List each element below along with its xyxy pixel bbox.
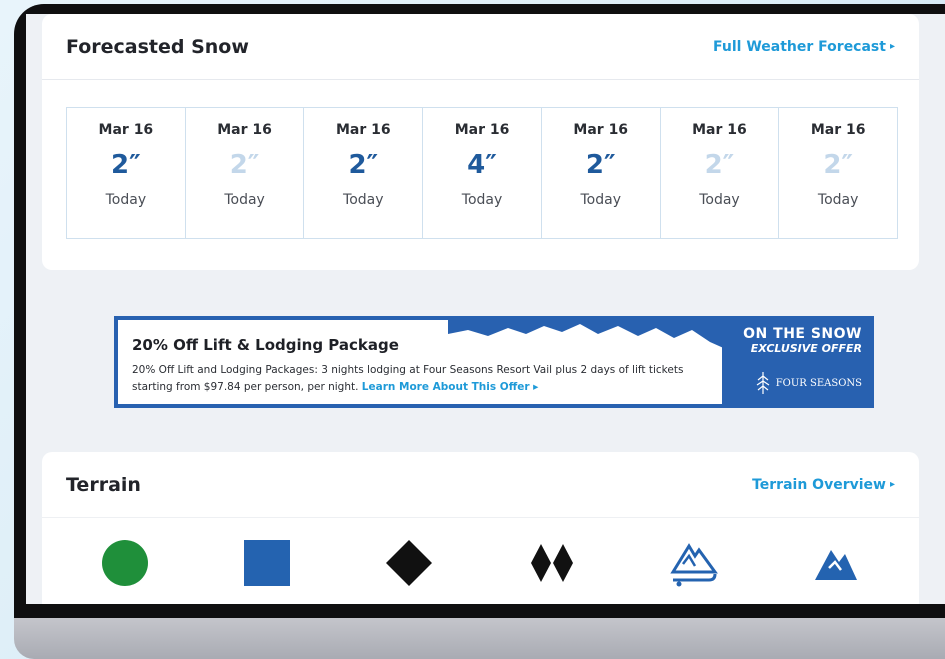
forecast-amount: 4″ [467, 150, 497, 180]
terrain-card: Terrain Terrain Overview ▸ [42, 452, 919, 604]
black-diamond-icon[interactable] [379, 533, 439, 593]
full-weather-forecast-link[interactable]: Full Weather Forecast ▸ [713, 39, 895, 55]
forecast-day[interactable]: Mar 16 2″ Today [542, 108, 661, 238]
forecast-amount: 2″ [229, 150, 260, 180]
forecast-strip: Mar 16 2″ Today Mar 16 2″ Today Mar 16 2… [66, 107, 898, 239]
forecast-day[interactable]: Mar 16 2″ Today [67, 108, 186, 238]
forecast-label: Today [343, 192, 384, 208]
screen: Forecasted Snow Full Weather Forecast ▸ … [26, 14, 945, 604]
blue-square-icon[interactable] [237, 533, 297, 593]
promo-title: 20% Off Lift & Lodging Package [132, 336, 399, 354]
forecast-day[interactable]: Mar 16 2″ Today [304, 108, 424, 238]
promo-banner[interactable]: 20% Off Lift & Lodging Package 20% Off L… [114, 316, 874, 408]
chevron-right-icon: ▸ [533, 381, 539, 393]
learn-more-link[interactable]: Learn More About This Offer ▸ [362, 381, 539, 393]
forecast-day[interactable]: Mar 16 2″ Today [186, 108, 305, 238]
forecast-date: Mar 16 [98, 122, 154, 138]
forecast-label: Today [105, 192, 147, 208]
tree-icon [756, 372, 770, 394]
forecast-day[interactable]: Mar 16 4″ Today [423, 108, 542, 238]
forecast-amount: 2″ [823, 150, 854, 180]
promo-text: 20% Off Lift and Lodging Packages: 3 nig… [132, 362, 712, 396]
forecast-amount: 2″ [585, 150, 616, 180]
mountain-icon[interactable] [806, 533, 866, 593]
chevron-right-icon: ▸ [889, 479, 895, 490]
forecast-amount: 2″ [348, 150, 379, 180]
forecasted-snow-title: Forecasted Snow [66, 35, 249, 58]
forecast-label: Today [817, 192, 859, 208]
forecast-label: Today [580, 192, 621, 208]
terrain-park-icon[interactable] [664, 533, 724, 593]
full-weather-forecast-label: Full Weather Forecast [713, 38, 886, 55]
forecast-date: Mar 16 [454, 122, 510, 138]
forecasted-snow-header: Forecasted Snow Full Weather Forecast ▸ [42, 14, 919, 80]
forecast-date: Mar 16 [217, 122, 272, 138]
chevron-right-icon: ▸ [889, 41, 895, 52]
terrain-icons-row [42, 522, 919, 604]
terrain-title: Terrain [66, 473, 141, 496]
promo-panel: 20% Off Lift & Lodging Package 20% Off L… [118, 320, 728, 404]
forecast-date: Mar 16 [692, 122, 747, 138]
learn-more-label: Learn More About This Offer [361, 381, 530, 393]
onthesnow-logo: ON THE SNOW [743, 326, 862, 342]
terrain-overview-link[interactable]: Terrain Overview ▸ [752, 477, 895, 493]
four-seasons-label: FOUR SEASONS [775, 377, 862, 389]
forecast-label: Today [699, 192, 740, 208]
mountain-silhouette-icon [448, 320, 728, 350]
forecast-amount: 2″ [704, 150, 735, 180]
device-chin [14, 618, 945, 659]
forecasted-snow-card: Forecasted Snow Full Weather Forecast ▸ … [42, 14, 919, 270]
forecast-day[interactable]: Mar 16 2″ Today [661, 108, 780, 238]
green-circle-icon[interactable] [95, 533, 155, 593]
double-black-diamond-icon[interactable] [522, 533, 582, 593]
terrain-header: Terrain Terrain Overview ▸ [42, 452, 919, 518]
terrain-overview-label: Terrain Overview [752, 476, 886, 493]
forecast-date: Mar 16 [573, 122, 629, 138]
forecast-label: Today [224, 192, 265, 208]
forecast-day[interactable]: Mar 16 2″ Today [779, 108, 897, 238]
four-seasons-logo: FOUR SEASONS [756, 372, 862, 394]
exclusive-offer-label: EXCLUSIVE OFFER [750, 342, 862, 355]
forecast-date: Mar 16 [810, 122, 866, 138]
forecast-date: Mar 16 [335, 122, 391, 138]
forecast-amount: 2″ [111, 150, 141, 180]
forecast-label: Today [461, 192, 503, 208]
